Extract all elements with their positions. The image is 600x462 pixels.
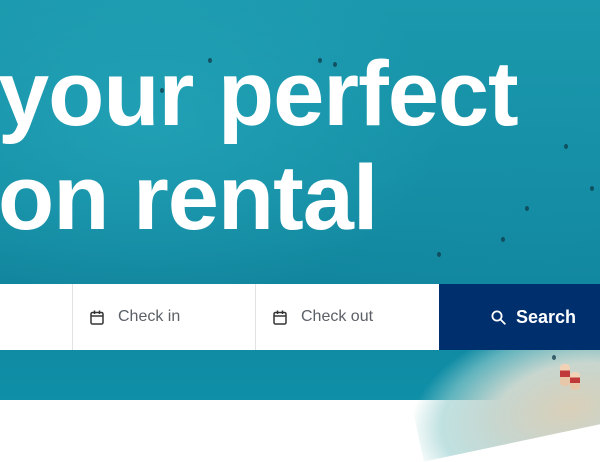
search-bar: Check in Check out Search [0, 284, 600, 350]
search-icon [491, 310, 506, 325]
beach-person [560, 364, 570, 386]
location-field[interactable] [0, 284, 73, 350]
swimmer [437, 252, 441, 257]
search-button[interactable]: Search [439, 284, 600, 350]
check-out-field[interactable]: Check out [256, 284, 439, 350]
search-button-label: Search [516, 306, 577, 327]
calendar-icon [90, 310, 104, 325]
hero-title: your perfect on rental [0, 42, 519, 250]
swimmer [525, 206, 529, 211]
beach-person [570, 372, 580, 390]
hero-title-line-2: on rental [0, 147, 378, 249]
swimmer [552, 355, 556, 360]
calendar-icon [273, 310, 287, 325]
check-in-field[interactable]: Check in [73, 284, 256, 350]
check-in-placeholder: Check in [118, 308, 181, 325]
hero-title-line-1: your perfect [0, 43, 519, 145]
swimmer [590, 186, 594, 191]
check-out-placeholder: Check out [301, 308, 374, 325]
swimmer [564, 144, 568, 149]
